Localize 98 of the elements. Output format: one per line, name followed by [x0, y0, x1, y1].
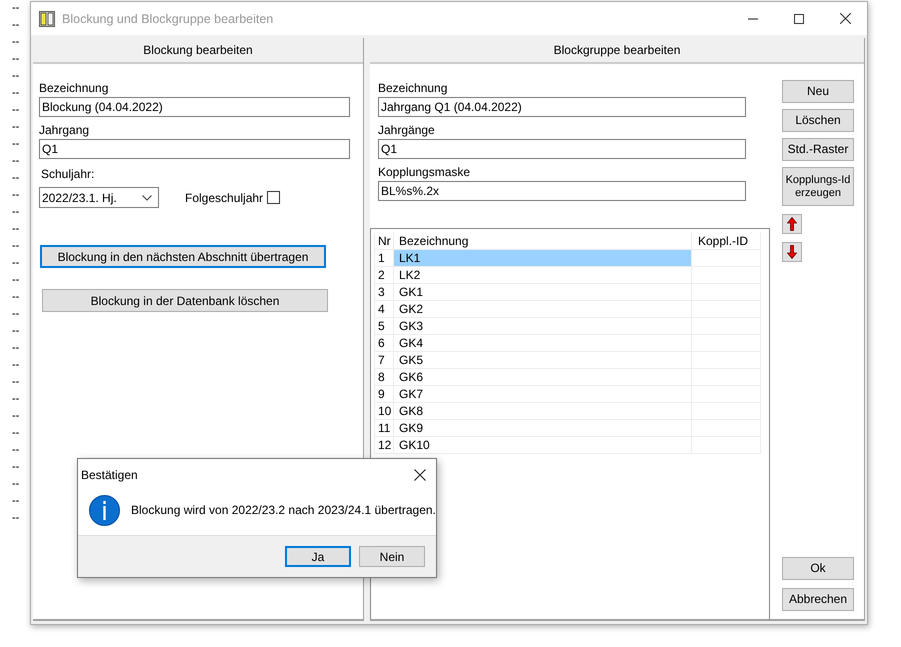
text-field[interactable]: Q1 [39, 139, 350, 159]
move-down-button[interactable] [782, 242, 802, 262]
checkbox[interactable] [267, 191, 280, 204]
background-text: -- [12, 222, 20, 237]
column-header[interactable]: Bezeichnung [394, 232, 692, 250]
field-label: Jahrgang [39, 123, 90, 137]
dialog-title: Bestätigen [81, 468, 138, 482]
row-number: 12 [374, 436, 394, 454]
background-text: -- [12, 137, 20, 152]
action-button[interactable]: Blockung in den nächsten Abschnitt übertragen [40, 245, 326, 268]
table-cell[interactable]: GK8 [394, 402, 692, 420]
side-button[interactable]: Kopplungs-Id erzeugen [782, 167, 854, 206]
field-label: Schuljahr: [41, 167, 96, 181]
background-text: -- [12, 18, 20, 33]
table-cell[interactable]: GK6 [394, 368, 692, 386]
app-icon [39, 10, 55, 26]
field-label: Kopplungsmaske [378, 165, 472, 179]
row-number: 8 [374, 368, 394, 386]
field-label: Jahrgänge [378, 123, 436, 137]
column-header[interactable]: Nr [374, 232, 394, 250]
background-text: -- [12, 52, 20, 67]
background-text: -- [12, 290, 20, 305]
table-cell[interactable]: LK1 [394, 250, 692, 266]
background-text: -- [12, 239, 20, 254]
row-number: 9 [374, 386, 394, 402]
arrow-up-icon [787, 217, 797, 231]
background-text: -- [12, 86, 20, 101]
field-label: Bezeichnung [378, 81, 448, 95]
dialog-button[interactable]: Nein [359, 546, 425, 567]
background-text: -- [12, 171, 20, 186]
background-text: -- [12, 307, 20, 322]
background-text: -- [12, 477, 20, 492]
background-text: -- [12, 273, 20, 288]
chevron-down-icon [142, 194, 152, 200]
background-text: -- [12, 409, 20, 424]
field-label: Bezeichnung [39, 81, 110, 95]
info-icon [89, 494, 120, 526]
text-field[interactable]: Q1 [378, 139, 746, 159]
background-text: -- [12, 494, 20, 509]
action-button[interactable]: Blockung in der Datenbank löschen [42, 289, 328, 312]
checkbox-label: Folgeschuljahr [185, 190, 264, 204]
row-number: 3 [374, 284, 394, 300]
row-number: 10 [374, 402, 394, 420]
table-cell[interactable]: GK7 [394, 386, 692, 402]
dialog-button[interactable]: Abbrechen [782, 588, 854, 611]
background-text: -- [12, 358, 20, 373]
schuljahr-dropdown[interactable]: 2022/23.1. Hj. [39, 187, 159, 208]
background-text: -- [12, 375, 20, 390]
background-text: -- [12, 443, 20, 458]
close-icon[interactable] [414, 469, 426, 481]
table-cell[interactable]: GK1 [394, 284, 692, 300]
table-cell[interactable] [692, 266, 760, 284]
side-button[interactable]: Löschen [782, 109, 854, 132]
side-button[interactable]: Std.-Raster [782, 138, 854, 161]
row-number: 2 [374, 266, 394, 284]
background-text: -- [12, 120, 20, 135]
background-text: -- [12, 511, 20, 526]
row-number: 5 [374, 318, 394, 334]
arrow-down-icon [787, 245, 797, 259]
background-text: -- [12, 341, 20, 356]
text-field[interactable]: Blockung (04.04.2022) [39, 97, 350, 117]
background-text: -- [12, 1, 20, 16]
background-text: -- [12, 256, 20, 271]
table-cell[interactable]: GK4 [394, 334, 692, 352]
side-button[interactable]: Neu [782, 80, 854, 103]
table-cell[interactable]: GK9 [394, 420, 692, 436]
background-text: -- [12, 460, 20, 475]
dialog-message: Blockung wird von 2022/23.2 nach 2023/24.1 übertragen. [131, 503, 436, 517]
background-text: -- [12, 188, 20, 203]
background-text: -- [12, 392, 20, 407]
background-text: -- [12, 35, 20, 50]
row-number: 4 [374, 300, 394, 318]
text-field[interactable]: BL%s%.2x [378, 181, 746, 201]
dialog-button[interactable]: Ok [782, 557, 854, 580]
table-cell[interactable]: LK2 [394, 266, 692, 284]
table-cell[interactable]: GK3 [394, 318, 692, 334]
maximize-icon[interactable] [794, 14, 804, 24]
background-text: -- [12, 324, 20, 339]
column-header[interactable]: Koppl.-ID [692, 232, 760, 250]
dialog-button[interactable]: Ja [285, 546, 351, 567]
table-cell[interactable]: GK10 [394, 436, 692, 454]
row-number: 6 [374, 334, 394, 352]
window-title: Blockung und Blockgruppe bearbeiten [62, 12, 274, 26]
close-icon[interactable] [840, 13, 851, 24]
background-text: -- [12, 103, 20, 118]
background-text: -- [12, 154, 20, 169]
background-text: -- [12, 69, 20, 84]
background-text: -- [12, 205, 20, 220]
panel-header: Blockung bearbeiten [33, 38, 363, 64]
background-text: -- [12, 426, 20, 441]
move-up-button[interactable] [782, 214, 802, 234]
row-number: 11 [374, 420, 394, 436]
text-field[interactable]: Jahrgang Q1 (04.04.2022) [378, 97, 746, 117]
table-cell[interactable]: GK2 [394, 300, 692, 318]
table-cell[interactable] [692, 250, 760, 266]
panel-header: Blockgruppe bearbeiten [370, 38, 864, 64]
row-number: 7 [374, 352, 394, 368]
table-cell[interactable]: GK5 [394, 352, 692, 368]
